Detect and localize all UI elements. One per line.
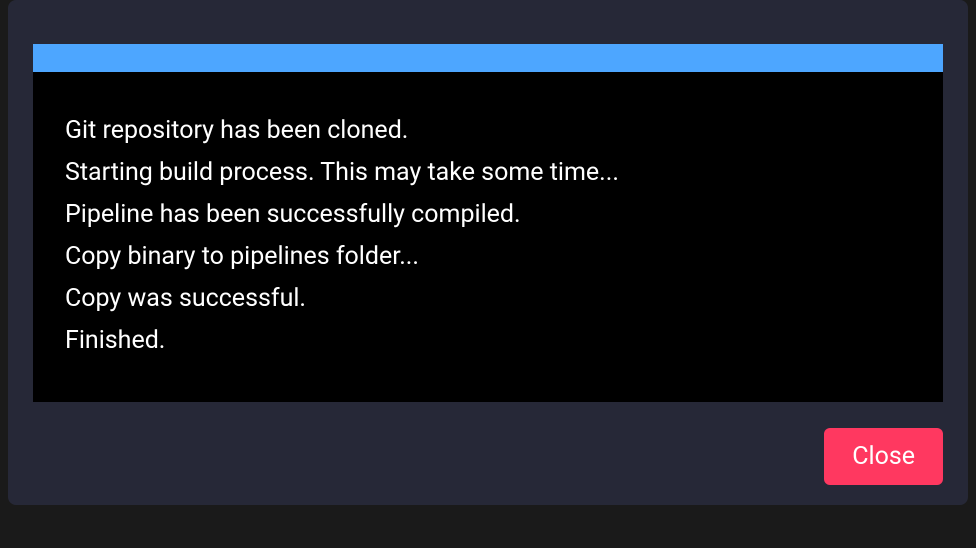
console-line: Starting build process. This may take so…	[65, 152, 911, 194]
console-line: Copy was successful.	[65, 278, 911, 320]
console-line: Copy binary to pipelines folder...	[65, 236, 911, 278]
console-line: Finished.	[65, 320, 911, 362]
console-body: Git repository has been cloned. Starting…	[33, 72, 943, 402]
close-button[interactable]: Close	[824, 428, 943, 485]
console-line: Git repository has been cloned.	[65, 110, 911, 152]
console-panel: Git repository has been cloned. Starting…	[33, 44, 943, 402]
console-header-bar	[33, 44, 943, 72]
modal-footer: Close	[33, 428, 943, 485]
console-line: Pipeline has been successfully compiled.	[65, 194, 911, 236]
build-log-modal: Git repository has been cloned. Starting…	[8, 0, 968, 505]
